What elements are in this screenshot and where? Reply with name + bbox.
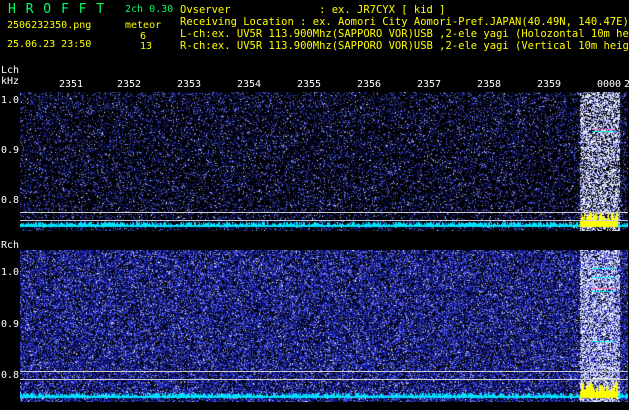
time-tick: 2354 bbox=[237, 79, 262, 90]
lch-spectrogram bbox=[20, 92, 628, 231]
time-tick: 2 bbox=[624, 79, 629, 90]
filename-label: 2506232350.png bbox=[7, 20, 92, 31]
lch-freq-tick: 0.9 bbox=[1, 145, 20, 156]
time-tick: 2355 bbox=[297, 79, 322, 90]
lch-guide-line bbox=[20, 220, 628, 221]
observer-info: Ovserver : ex. JR7CYX [ kid ] bbox=[180, 4, 446, 16]
lch-freq-tick: 1.0 bbox=[1, 95, 20, 106]
datetime-label: 25.06.23 23:50 bbox=[7, 39, 92, 50]
rch-guide-line bbox=[20, 379, 628, 380]
lch-info: L-ch:ex. UV5R 113.900Mhz(SAPPORO VOR)USB… bbox=[180, 28, 629, 40]
lch-label: Lch bbox=[1, 65, 20, 76]
lch-freq-tick: 0.8 bbox=[1, 195, 20, 206]
location-info: Receiving Location : ex. Aomori City Aom… bbox=[180, 16, 629, 28]
time-tick: 0000 bbox=[597, 79, 622, 90]
rch-info: R-ch:ex. UV5R 113.900Mhz(SAPPORO VOR)USB… bbox=[180, 40, 629, 52]
mode-label: 2ch 0.30 bbox=[125, 4, 174, 15]
rch-freq-tick: 1.0 bbox=[1, 267, 20, 278]
time-tick: 2353 bbox=[177, 79, 202, 90]
time-tick: 2357 bbox=[417, 79, 442, 90]
app-title: H R O F F T bbox=[8, 2, 106, 17]
rch-freq-tick: 0.9 bbox=[1, 319, 20, 330]
rch-label: Rch bbox=[1, 240, 20, 251]
rch-guide-line bbox=[20, 371, 628, 372]
time-tick: 2356 bbox=[357, 79, 382, 90]
time-tick: 2359 bbox=[537, 79, 562, 90]
meteor-count-r: 13 bbox=[140, 41, 153, 52]
meteor-label: meteor bbox=[125, 20, 162, 31]
unit-label: kHz bbox=[1, 76, 20, 87]
lch-guide-line bbox=[20, 212, 628, 213]
time-tick: 2352 bbox=[117, 79, 142, 90]
rch-freq-tick: 0.8 bbox=[1, 370, 20, 381]
time-tick: 2358 bbox=[477, 79, 502, 90]
time-tick: 2351 bbox=[59, 79, 84, 90]
